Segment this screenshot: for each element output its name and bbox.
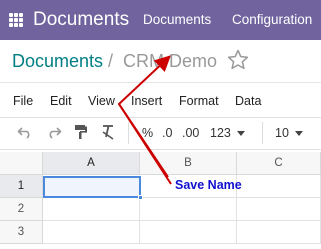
annotation-label: Save Name — [175, 178, 242, 192]
cell-c3[interactable] — [237, 221, 321, 244]
format-percent-button[interactable]: % — [142, 124, 153, 142]
cell-c2[interactable] — [237, 198, 321, 221]
menu-configuration[interactable]: Configuration — [232, 12, 312, 27]
app-name: Documents — [33, 9, 130, 30]
breadcrumb-separator: / — [108, 51, 114, 71]
undo-icon[interactable] — [17, 125, 33, 139]
menu-format[interactable]: Format — [179, 94, 219, 108]
number-format-label: 123 — [210, 126, 231, 140]
column-header-c[interactable]: C — [237, 152, 321, 175]
paint-format-icon[interactable] — [74, 124, 88, 140]
decrease-decimal-button[interactable]: .0 — [162, 124, 172, 142]
selected-cell-a1[interactable] — [43, 176, 141, 198]
toolbar-separator — [128, 122, 129, 144]
column-header-b[interactable]: B — [140, 152, 237, 175]
column-header-a[interactable]: A — [43, 152, 140, 175]
chevron-down-icon — [236, 131, 245, 137]
row-header-2[interactable]: 2 — [0, 198, 43, 221]
cell-a2[interactable] — [43, 198, 140, 221]
increase-decimal-button[interactable]: .00 — [182, 124, 199, 142]
corner-header[interactable] — [0, 152, 43, 175]
toolbar-separator — [262, 122, 263, 144]
menu-edit[interactable]: Edit — [50, 94, 72, 108]
cell-a3[interactable] — [43, 221, 140, 244]
font-size-label: 10 — [275, 126, 289, 140]
redo-icon[interactable] — [46, 125, 62, 139]
cell-b3[interactable] — [140, 221, 237, 244]
breadcrumb-documents-link[interactable]: Documents — [12, 51, 103, 72]
menu-insert[interactable]: Insert — [131, 94, 162, 108]
cell-b2[interactable] — [140, 198, 237, 221]
menu-data[interactable]: Data — [235, 94, 261, 108]
favorite-star-icon[interactable] — [226, 48, 250, 72]
font-size-dropdown[interactable]: 10 — [275, 124, 303, 142]
menu-view[interactable]: View — [88, 94, 115, 108]
chevron-down-icon — [294, 131, 303, 137]
app-grid-icon[interactable] — [9, 13, 23, 27]
autofill-handle[interactable] — [138, 195, 143, 200]
number-format-dropdown[interactable]: 123 — [210, 124, 245, 142]
row-header-1[interactable]: 1 — [0, 175, 43, 198]
row-header-3[interactable]: 3 — [0, 221, 43, 244]
cell-c1[interactable] — [237, 175, 321, 198]
menu-documents[interactable]: Documents — [143, 12, 211, 27]
menu-file[interactable]: File — [13, 94, 33, 108]
clear-format-icon[interactable] — [101, 124, 116, 140]
document-name[interactable]: CRM Demo — [123, 51, 217, 72]
